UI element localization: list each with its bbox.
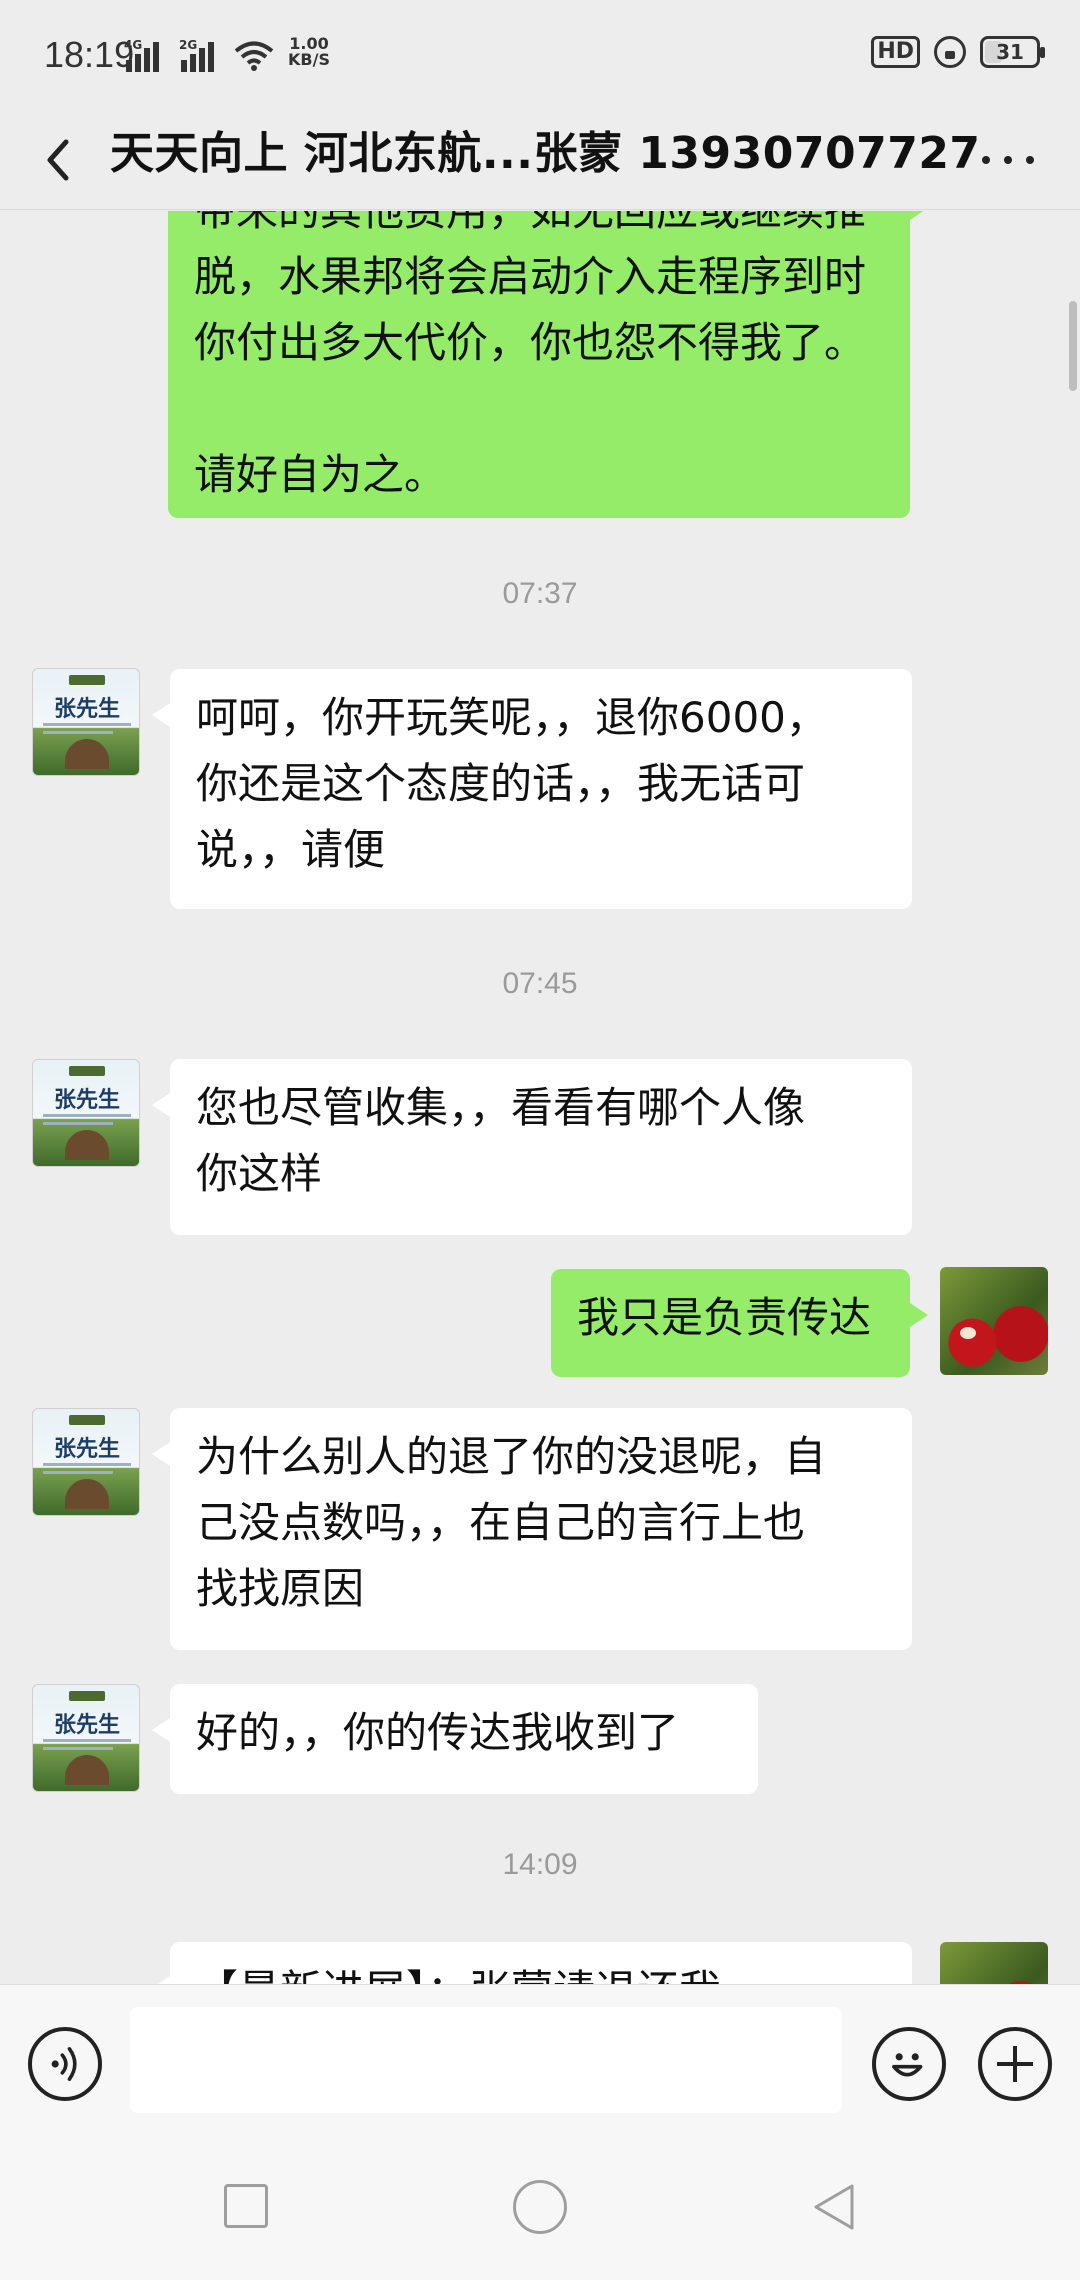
message-list[interactable]: 带来的其他费用，如无回应或继续推 脱，水果邦将会启动介入走程序到时 你付出多大代… bbox=[0, 211, 1080, 1984]
message-bubble-outgoing[interactable]: 带来的其他费用，如无回应或继续推 脱，水果邦将会启动介入走程序到时 你付出多大代… bbox=[168, 211, 928, 518]
input-bar bbox=[0, 1984, 1080, 2134]
timestamp: 14:09 bbox=[502, 1848, 578, 1881]
status-bar: 18:19 4G 2G 1.00 KB/S HD 31 bbox=[0, 0, 1080, 108]
emoji-icon[interactable] bbox=[872, 2027, 946, 2101]
home-button[interactable] bbox=[513, 2180, 567, 2234]
back-arrow-icon[interactable] bbox=[30, 128, 94, 192]
voice-icon[interactable] bbox=[28, 2027, 102, 2101]
system-nav-bar bbox=[0, 2134, 1080, 2280]
recents-button[interactable] bbox=[224, 2184, 268, 2228]
signal-2g-icon: 2G bbox=[179, 38, 214, 72]
message-bubble-incoming[interactable]: 您也尽管收集，，看看有哪个人像 你这样 bbox=[152, 1059, 912, 1235]
contact-avatar[interactable]: 张先生 bbox=[32, 1684, 140, 1792]
contact-avatar[interactable]: 张先生 bbox=[32, 1408, 140, 1516]
my-avatar[interactable] bbox=[940, 1942, 1048, 1984]
chat-title: 天天向上 河北东航...张蒙 13930707727 bbox=[110, 128, 981, 179]
chat-header: 天天向上 河北东航...张蒙 13930707727 bbox=[0, 108, 1080, 210]
message-bubble-outgoing[interactable]: 我只是负责传达 bbox=[551, 1269, 928, 1377]
timestamp: 07:37 bbox=[502, 577, 578, 610]
hd-icon: HD bbox=[871, 36, 920, 68]
status-time: 18:19 bbox=[44, 34, 135, 75]
wifi-icon bbox=[234, 41, 274, 71]
message-input[interactable] bbox=[130, 2007, 842, 2113]
more-dots-icon[interactable] bbox=[976, 144, 1040, 176]
status-right-icons: HD 31 bbox=[871, 36, 1045, 68]
message-bubble-outgoing[interactable]: 【最新进展】：张蒙请退还我 bbox=[152, 1942, 912, 1984]
my-avatar[interactable] bbox=[940, 1267, 1048, 1375]
signal-4g-icon: 4G bbox=[124, 38, 159, 72]
message-bubble-incoming[interactable]: 呵呵，你开玩笑呢，，退你6000， 你还是这个态度的话，，我无话可 说，，请便 bbox=[152, 669, 912, 909]
network-speed: 1.00 KB/S bbox=[288, 34, 330, 69]
scrollbar[interactable] bbox=[1069, 301, 1077, 391]
signal-group: 4G 2G bbox=[124, 32, 274, 72]
plus-icon[interactable] bbox=[978, 2027, 1052, 2101]
battery-icon: 31 bbox=[980, 36, 1045, 68]
contact-avatar[interactable]: 张先生 bbox=[32, 668, 140, 776]
message-bubble-incoming[interactable]: 好的，，你的传达我收到了 bbox=[152, 1684, 758, 1794]
message-bubble-incoming[interactable]: 为什么别人的退了你的没退呢，自 己没点数吗，，在自己的言行上也 找找原因 bbox=[152, 1408, 912, 1650]
nav-back-icon[interactable] bbox=[808, 2180, 860, 2234]
timestamp: 07:45 bbox=[502, 967, 578, 1000]
contact-avatar[interactable]: 张先生 bbox=[32, 1059, 140, 1167]
rotation-lock-icon bbox=[934, 36, 966, 68]
